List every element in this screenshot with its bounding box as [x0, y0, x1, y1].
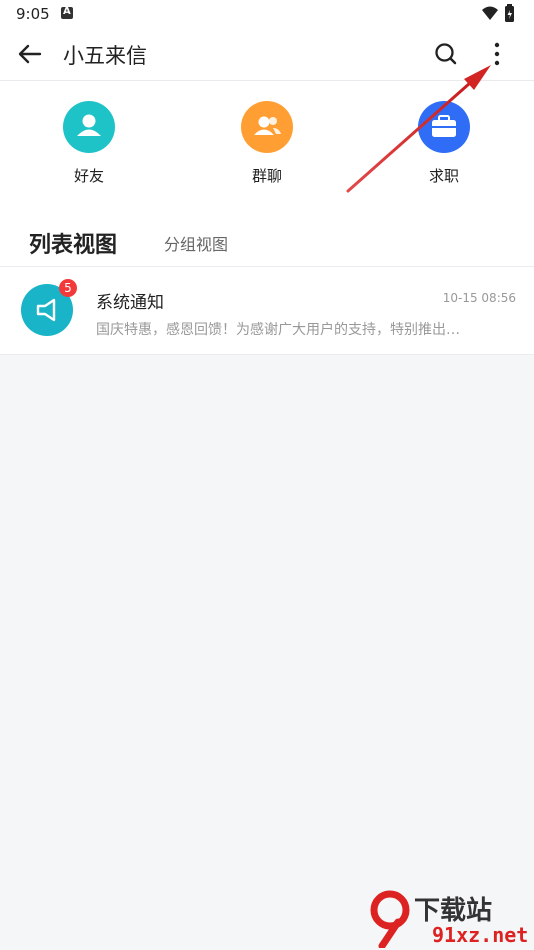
tab-list-view[interactable]: 列表视图 [29, 227, 117, 259]
unread-badge: 5 [59, 279, 77, 297]
quick-action-label: 求职 [428, 167, 459, 185]
page-title: 小五来信 [63, 44, 147, 68]
user-icon [63, 101, 115, 153]
status-icons [480, 4, 520, 28]
notification-a-icon [61, 6, 73, 19]
app-bar: 小五来信 [0, 28, 534, 81]
watermark-domain: 91xz.net [432, 923, 529, 947]
conversation-title: 系统通知 [96, 293, 164, 313]
briefcase-icon [418, 101, 470, 153]
conversation-time: 10-15 08:56 [442, 291, 516, 305]
search-icon[interactable] [433, 41, 459, 67]
quick-action-group-chat[interactable]: 群聊 [217, 101, 317, 186]
back-arrow-icon[interactable] [16, 40, 44, 68]
watermark-emblem-icon [370, 890, 410, 948]
status-time: 9:05 [16, 5, 50, 23]
quick-action-label: 好友 [73, 167, 104, 185]
conversation-row[interactable]: 5 系统通知 10-15 08:56 国庆特惠，感恩回馈！为感谢广大用户的支持，… [0, 267, 534, 355]
watermark-logo: 下载站 91xz.net [368, 890, 532, 948]
quick-action-friends[interactable]: 好友 [39, 101, 139, 186]
more-options-icon[interactable] [484, 40, 510, 68]
conversation-preview: 国庆特惠，感恩回馈！为感谢广大用户的支持，特别推出… [96, 322, 460, 338]
quick-action-job[interactable]: 求职 [394, 101, 494, 186]
group-icon [241, 101, 293, 153]
quick-actions: 好友 群聊 求职 [0, 81, 534, 206]
watermark-text: 下载站 [414, 896, 493, 926]
status-bar: 9:05 [0, 0, 534, 28]
quick-action-label: 群聊 [251, 167, 282, 185]
wifi-battery-icon [482, 4, 514, 22]
view-tabs: 列表视图 分组视图 [0, 206, 534, 267]
tab-group-view[interactable]: 分组视图 [164, 231, 228, 255]
